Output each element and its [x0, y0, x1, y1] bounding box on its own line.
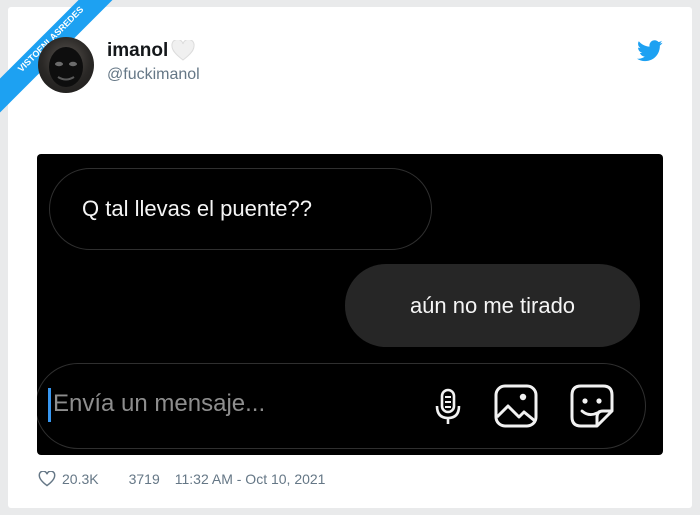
avatar[interactable]: [38, 37, 94, 93]
author-name[interactable]: imanol: [107, 40, 195, 62]
microphone-icon[interactable]: [423, 381, 473, 431]
dm-screenshot: Q tal llevas el puente?? aún no me tirad…: [37, 154, 663, 455]
retweet-count: 3719: [128, 471, 160, 487]
incoming-message-text: Q tal llevas el puente??: [82, 196, 312, 221]
author-name-text[interactable]: imanol: [107, 40, 168, 62]
image-icon[interactable]: [491, 381, 541, 431]
outgoing-message-text: aún no me tirado: [409, 292, 576, 318]
like-count[interactable]: 20.3K: [62, 471, 99, 487]
white-heart-icon: [171, 40, 195, 61]
twitter-bird-icon[interactable]: [637, 40, 663, 62]
composer-placeholder[interactable]: Envía un mensaje...: [53, 390, 265, 418]
message-composer[interactable]: Envía un mensaje...: [37, 363, 646, 449]
outgoing-message-bubble: aún no me tirado: [345, 264, 640, 347]
text-caret: [48, 388, 51, 422]
incoming-message-bubble: Q tal llevas el puente??: [49, 168, 432, 250]
tweet-timestamp[interactable]: 11:32 AM - Oct 10, 2021: [175, 471, 326, 487]
tweet-footer: 20.3K 3719 11:32 AM - Oct 10, 2021: [38, 471, 325, 487]
heart-outline-icon[interactable]: [38, 471, 56, 487]
author-handle[interactable]: @fuckimanol: [107, 66, 200, 84]
sticker-icon[interactable]: [567, 381, 617, 431]
